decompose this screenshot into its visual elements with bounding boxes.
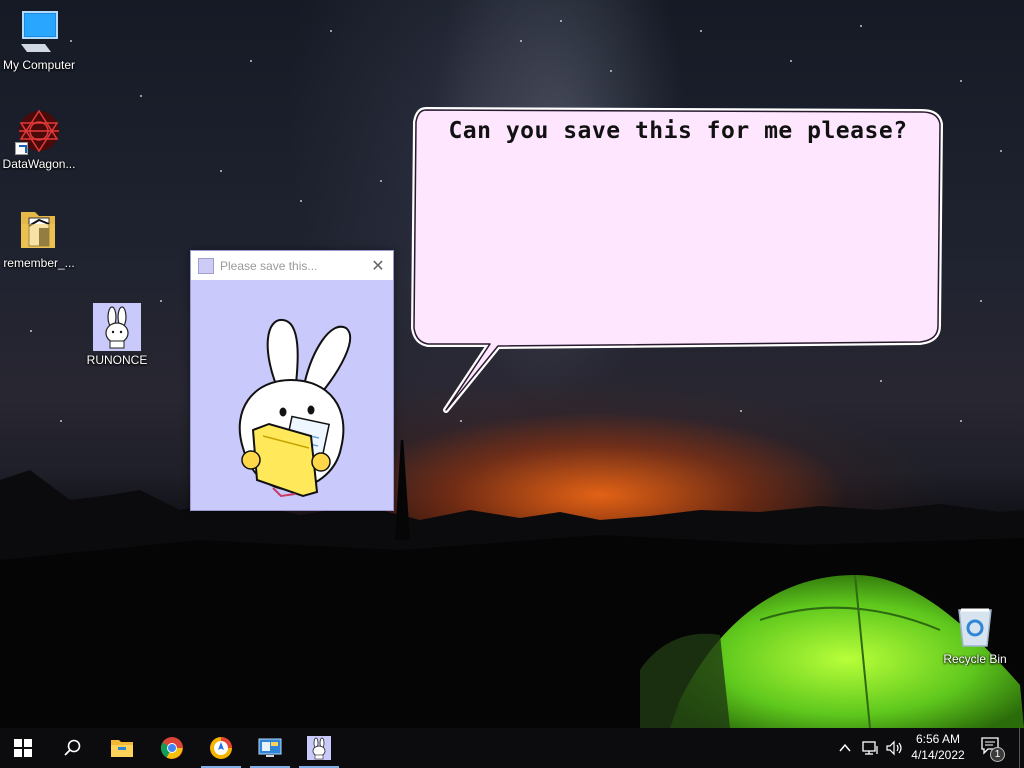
speech-bubble: [411, 107, 943, 413]
desktop-icon-runonce[interactable]: RUNONCE: [75, 303, 159, 367]
desktop-icon-label: Recycle Bin: [943, 652, 1007, 666]
show-desktop-button[interactable]: [1019, 728, 1024, 768]
network-icon: [862, 741, 878, 755]
chevron-up-icon: [839, 743, 851, 752]
desktop-icon-label: RUNONCE: [86, 353, 148, 367]
desktop-icon-recycle-bin[interactable]: Recycle Bin: [933, 602, 1017, 666]
window-title: Please save this...: [220, 258, 318, 273]
recycle-bin-icon: [951, 602, 999, 650]
desktop-icon-remember-folder[interactable]: remember_...: [0, 206, 81, 270]
remote-desktop-icon: [258, 738, 282, 757]
close-button[interactable]: ✕: [363, 251, 393, 280]
desktop-icon-label: remember_...: [3, 256, 75, 270]
datawagon-icon: [15, 107, 63, 155]
search-icon: [64, 739, 81, 756]
browser-icon: [210, 737, 232, 759]
file-explorer-icon: [111, 740, 133, 757]
volume-control[interactable]: [886, 740, 904, 760]
show-hidden-icons-button[interactable]: [838, 740, 852, 759]
clock-time: 6:56 AM: [915, 732, 961, 746]
shortcut-arrow-icon: [15, 142, 28, 155]
window-titlebar[interactable]: Please save this... ✕: [191, 251, 393, 280]
chrome-icon: [161, 737, 183, 759]
action-center-button[interactable]: 1: [980, 736, 1008, 762]
taskbar-bunny-app[interactable]: [296, 728, 342, 768]
computer-icon: [15, 8, 63, 56]
bunny-holding-folder-image: [238, 318, 352, 498]
notification-badge: 1: [990, 747, 1005, 762]
bunny-app-icon: [198, 257, 214, 274]
desktop-icon-label: DataWagon...: [2, 157, 76, 171]
network-status[interactable]: [862, 740, 880, 760]
desktop-icon-datawagon[interactable]: DataWagon...: [0, 107, 81, 171]
taskbar-browser[interactable]: [198, 728, 244, 768]
taskbar-chrome[interactable]: [149, 728, 195, 768]
speaker-icon: [886, 740, 902, 756]
taskbar: 6:56 AM 4/14/2022 1: [0, 728, 1024, 768]
taskbar-file-explorer[interactable]: [99, 728, 145, 768]
speech-bubble-text: Can you save this for me please?: [448, 118, 908, 144]
folder-icon: [15, 206, 63, 254]
bunny-window: Please save this... ✕: [190, 250, 394, 511]
desktop-icon-my-computer[interactable]: My Computer: [0, 8, 81, 72]
start-button[interactable]: [0, 728, 46, 768]
bunny-app-icon: [307, 736, 331, 760]
taskbar-remote-desktop[interactable]: [247, 728, 293, 768]
clock-date: 4/14/2022: [911, 748, 965, 762]
clock[interactable]: 6:56 AM 4/14/2022: [906, 731, 970, 763]
bunny-app-icon: [93, 303, 141, 351]
search-button[interactable]: [49, 728, 95, 768]
close-icon: ✕: [371, 256, 385, 275]
start-icon: [14, 739, 32, 757]
desktop-icon-label: My Computer: [2, 58, 76, 72]
